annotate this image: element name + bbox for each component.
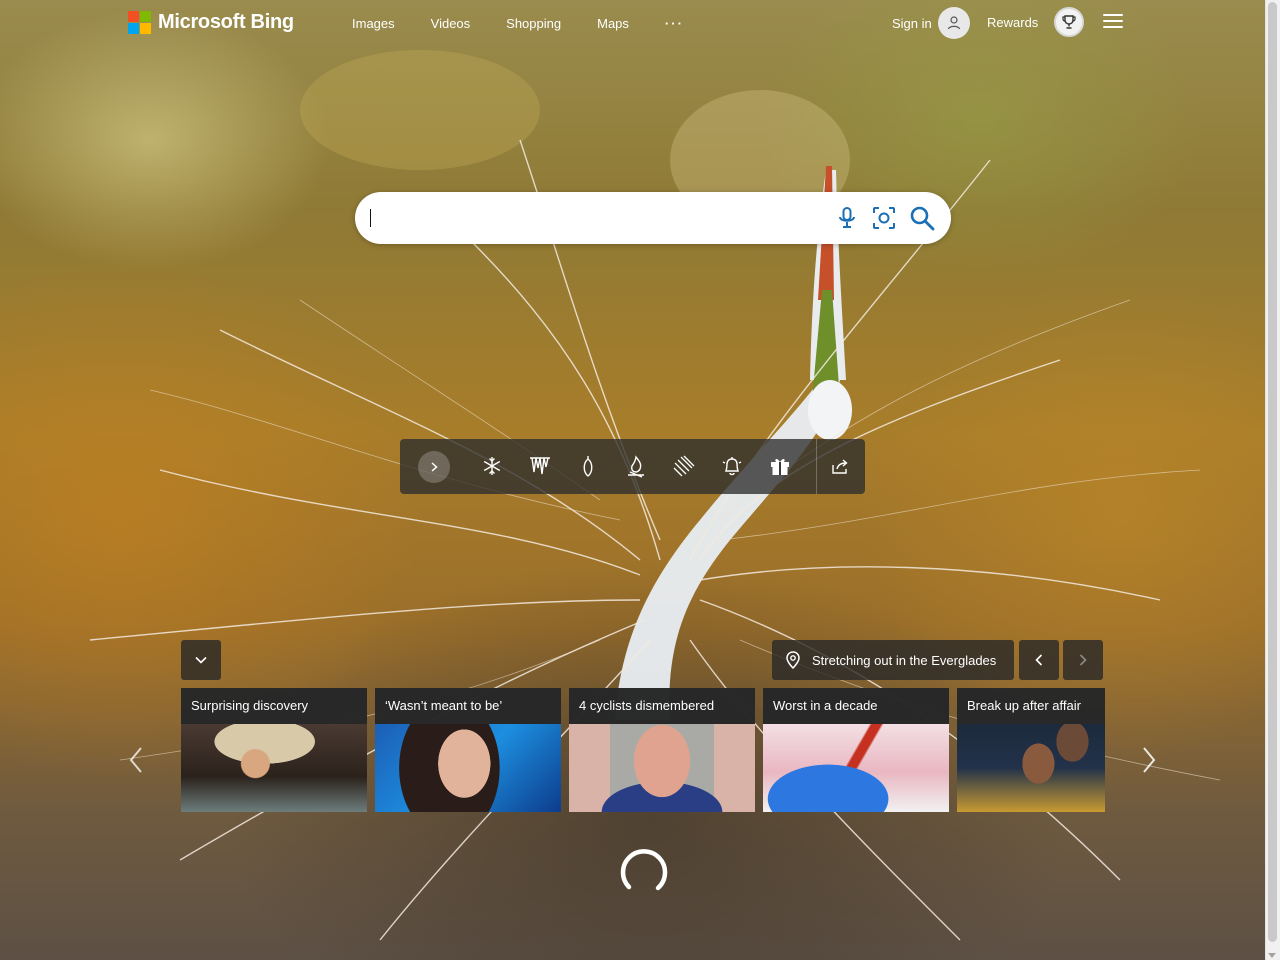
news-card[interactable]: Break up after affair [957, 688, 1105, 812]
news-card-title: ‘Wasn’t meant to be’ [375, 688, 561, 724]
sign-in-button[interactable]: Sign in [892, 7, 970, 39]
news-card[interactable]: ‘Wasn’t meant to be’ [375, 688, 561, 812]
news-card-thumbnail [569, 724, 755, 812]
news-card-thumbnail [181, 724, 367, 812]
search-input[interactable] [369, 204, 819, 232]
avatar-icon [937, 7, 970, 39]
carousel-next-icon[interactable] [1139, 745, 1159, 775]
microphone-icon[interactable] [833, 204, 861, 232]
location-pin-icon [785, 651, 801, 669]
ornament-icon[interactable] [576, 454, 600, 478]
nav-images[interactable]: Images [352, 16, 395, 31]
share-icon[interactable] [828, 454, 852, 478]
fire-icon[interactable] [624, 454, 648, 478]
top-nav: Images Videos Shopping Maps ··· [352, 16, 720, 31]
search-box [355, 192, 951, 244]
scrollbar[interactable] [1265, 0, 1280, 960]
news-card-title: Break up after affair [957, 688, 1105, 724]
nav-shopping[interactable]: Shopping [506, 16, 561, 31]
hamburger-menu-icon[interactable] [1103, 14, 1123, 30]
news-card[interactable]: Surprising discovery [181, 688, 367, 812]
news-card-title: Worst in a decade [763, 688, 949, 724]
news-card[interactable]: 4 cyclists dismembered [569, 688, 755, 812]
search-icon[interactable] [908, 204, 936, 232]
news-card[interactable]: Worst in a decade [763, 688, 949, 812]
header: Microsoft Bing Images Videos Shopping Ma… [0, 0, 1265, 46]
bing-logo[interactable]: Microsoft Bing [128, 11, 294, 34]
nav-maps[interactable]: Maps [597, 16, 629, 31]
snowflake-icon[interactable] [480, 454, 504, 478]
icicles-icon[interactable] [528, 454, 552, 478]
gift-icon[interactable] [768, 454, 792, 478]
news-card-thumbnail [957, 724, 1105, 812]
scrollbar-thumb[interactable] [1268, 2, 1277, 942]
visual-search-icon[interactable] [870, 204, 898, 232]
text-caret [370, 209, 371, 227]
toolbar-divider [816, 439, 817, 494]
previous-image-button[interactable] [1019, 640, 1059, 680]
next-image-button[interactable] [1063, 640, 1103, 680]
more-menu-button[interactable]: ··· [665, 16, 684, 31]
rewards-label: Rewards [987, 14, 1039, 30]
microsoft-logo-icon [128, 11, 151, 34]
news-card-thumbnail [375, 724, 561, 812]
snow-sled-icon[interactable] [672, 454, 696, 478]
news-card-title: 4 cyclists dismembered [569, 688, 755, 724]
image-location-title: Stretching out in the Everglades [812, 652, 997, 668]
scroll-down-arrow[interactable] [1268, 953, 1276, 958]
carousel-previous-icon[interactable] [126, 745, 146, 775]
trophy-icon [1054, 7, 1085, 37]
loading-spinner-icon [617, 847, 669, 899]
nav-videos[interactable]: Videos [431, 16, 471, 31]
expand-toolbar-button[interactable] [418, 451, 450, 483]
bell-icon[interactable] [720, 454, 744, 478]
news-card-title: Surprising discovery [181, 688, 367, 724]
theme-toolbar [400, 439, 865, 494]
image-location-button[interactable]: Stretching out in the Everglades [772, 640, 1014, 680]
sign-in-label: Sign in [892, 15, 932, 31]
rewards-button[interactable]: Rewards [987, 7, 1085, 37]
collapse-feed-button[interactable] [181, 640, 221, 680]
brand-name: Microsoft Bing [158, 11, 294, 33]
news-card-thumbnail [763, 724, 949, 812]
